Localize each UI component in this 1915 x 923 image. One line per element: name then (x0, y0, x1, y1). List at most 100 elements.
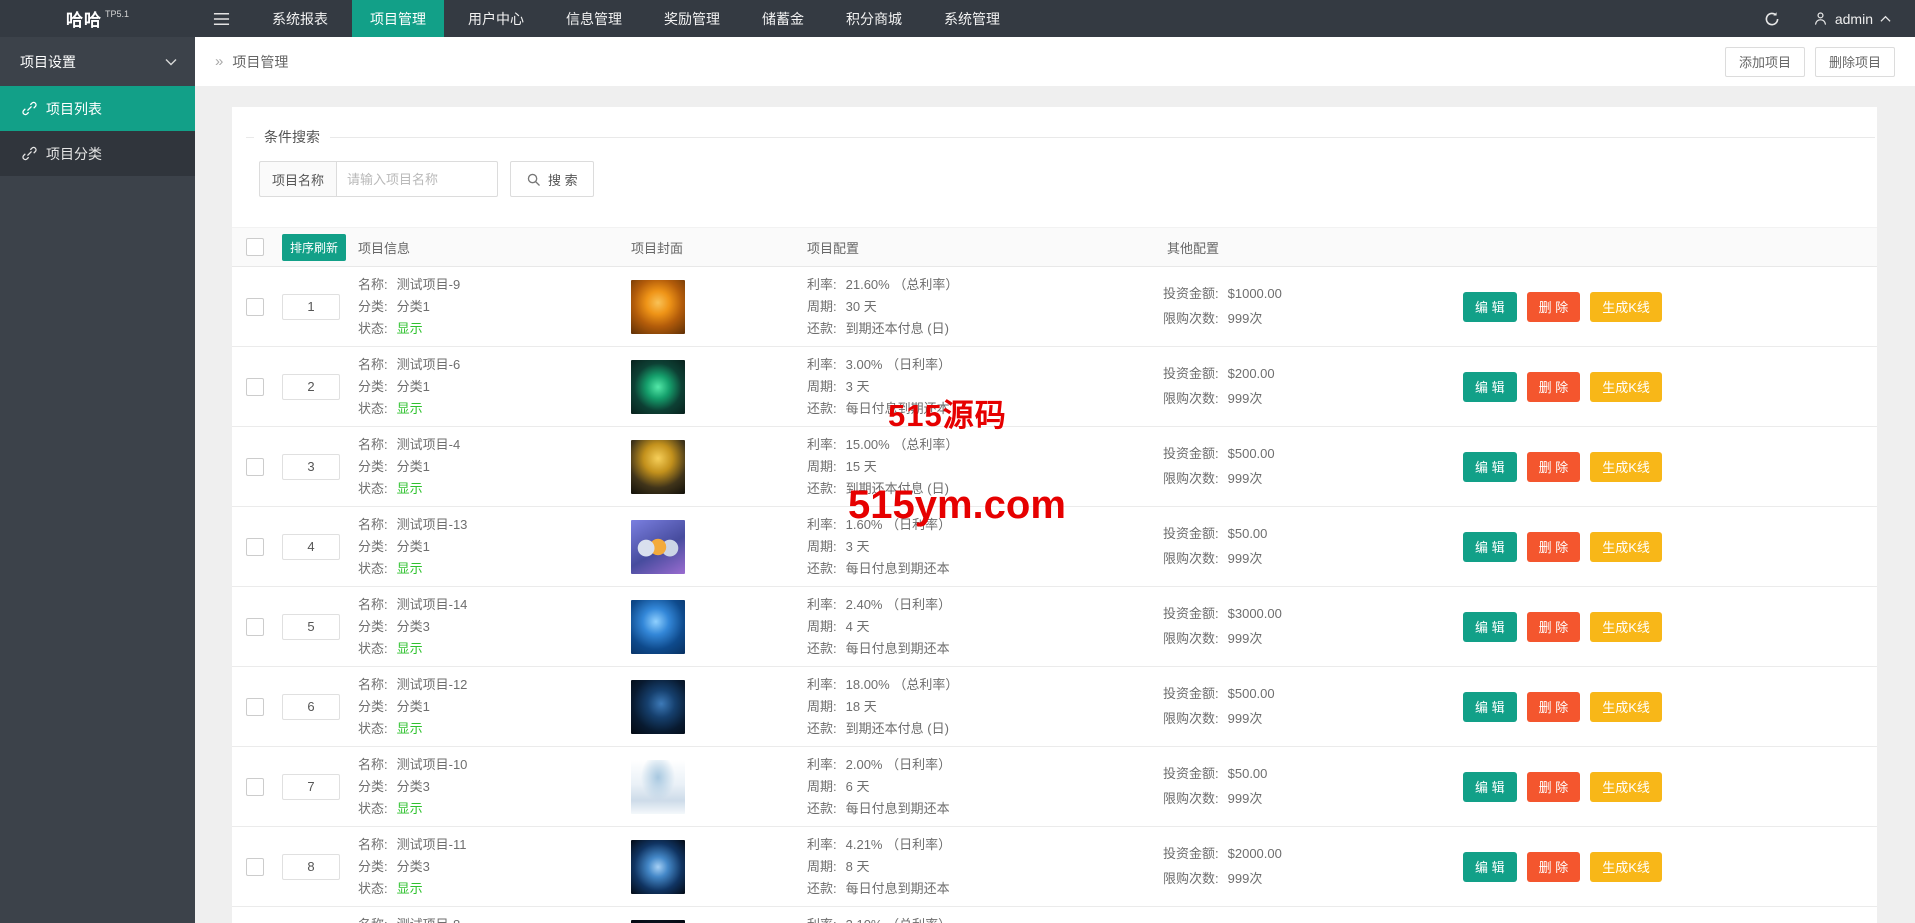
nav-tab[interactable]: 信息管理 (548, 0, 640, 37)
edit-button[interactable]: 编 辑 (1463, 292, 1517, 322)
nav-tab[interactable]: 储蓄金 (744, 0, 822, 37)
edit-button[interactable]: 编 辑 (1463, 452, 1517, 482)
nav-tab[interactable]: 奖励管理 (646, 0, 738, 37)
generate-kline-button[interactable]: 生成K线 (1590, 452, 1662, 482)
row-checkbox[interactable] (246, 298, 264, 316)
row-checkbox[interactable] (246, 378, 264, 396)
delete-button[interactable]: 删 除 (1527, 452, 1581, 482)
edit-button[interactable]: 编 辑 (1463, 532, 1517, 562)
generate-kline-button[interactable]: 生成K线 (1590, 532, 1662, 562)
sort-order-input[interactable] (282, 854, 340, 880)
generate-kline-button[interactable]: 生成K线 (1590, 292, 1662, 322)
search-button[interactable]: 搜 索 (510, 161, 594, 197)
edit-button[interactable]: 编 辑 (1463, 692, 1517, 722)
name-label: 名称: (358, 437, 388, 452)
sidebar-group-project-settings[interactable]: 项目设置 (0, 37, 195, 86)
invest-amount: $1000.00 (1228, 286, 1282, 301)
sort-order-input[interactable] (282, 774, 340, 800)
sort-order-input[interactable] (282, 374, 340, 400)
amount-label: 投资金额: (1163, 606, 1219, 621)
nav-tab[interactable]: 积分商城 (828, 0, 920, 37)
row-checkbox[interactable] (246, 778, 264, 796)
project-category: 分类3 (397, 859, 430, 874)
project-category: 分类3 (397, 619, 430, 634)
refresh-button[interactable] (1747, 0, 1797, 37)
project-status-toggle[interactable]: 显示 (397, 801, 423, 816)
period-label: 周期: (807, 699, 837, 714)
generate-kline-button[interactable]: 生成K线 (1590, 372, 1662, 402)
edit-button[interactable]: 编 辑 (1463, 612, 1517, 642)
delete-button[interactable]: 删 除 (1527, 852, 1581, 882)
sort-order-input[interactable] (282, 694, 340, 720)
project-status-toggle[interactable]: 显示 (397, 321, 423, 336)
project-category: 分类3 (397, 779, 430, 794)
generate-kline-button[interactable]: 生成K线 (1590, 692, 1662, 722)
repay-label: 还款: (807, 641, 837, 656)
table-row: 名称:测试项目-8 分类: 状态: 利率:3.10% （总利率） 周期: 还款:… (232, 907, 1877, 923)
project-cover-image (631, 280, 685, 334)
menu-toggle-button[interactable] (195, 0, 247, 37)
row-checkbox[interactable] (246, 538, 264, 556)
project-name: 测试项目-9 (397, 277, 461, 292)
delete-button[interactable]: 删 除 (1527, 612, 1581, 642)
delete-button[interactable]: 删 除 (1527, 372, 1581, 402)
period-label: 周期: (807, 779, 837, 794)
generate-kline-button[interactable]: 生成K线 (1590, 852, 1662, 882)
add-project-button[interactable]: 添加项目 (1725, 47, 1805, 77)
repay-label: 还款: (807, 321, 837, 336)
delete-button[interactable]: 删 除 (1527, 692, 1581, 722)
generate-kline-button[interactable]: 生成K线 (1590, 612, 1662, 642)
sidebar-item[interactable]: 项目分类 (0, 131, 195, 176)
project-status-toggle[interactable]: 显示 (397, 721, 423, 736)
search-input[interactable] (336, 161, 498, 197)
delete-button[interactable]: 删 除 (1527, 292, 1581, 322)
page-title: 项目管理 (232, 52, 288, 72)
sort-order-input[interactable] (282, 294, 340, 320)
project-status-toggle[interactable]: 显示 (397, 401, 423, 416)
delete-button[interactable]: 删 除 (1527, 532, 1581, 562)
project-status-toggle[interactable]: 显示 (397, 481, 423, 496)
select-all-checkbox[interactable] (246, 238, 264, 256)
row-checkbox[interactable] (246, 458, 264, 476)
delete-project-button[interactable]: 删除项目 (1815, 47, 1895, 77)
search-row: 项目名称 搜 索 (259, 161, 1877, 197)
delete-button[interactable]: 删 除 (1527, 772, 1581, 802)
category-label: 分类: (358, 859, 388, 874)
edit-button[interactable]: 编 辑 (1463, 852, 1517, 882)
refresh-icon (1764, 11, 1780, 27)
nav-tab[interactable]: 系统管理 (926, 0, 1018, 37)
nav-tab[interactable]: 项目管理 (352, 0, 444, 37)
generate-kline-button[interactable]: 生成K线 (1590, 772, 1662, 802)
repay-label: 还款: (807, 721, 837, 736)
navbar-right: admin (1747, 0, 1915, 37)
breadcrumb-arrow-icon: » (215, 53, 223, 70)
status-label: 状态: (358, 801, 388, 816)
period-label: 周期: (807, 379, 837, 394)
invest-amount: $50.00 (1228, 766, 1268, 781)
project-status-toggle[interactable]: 显示 (397, 881, 423, 896)
sort-order-input[interactable] (282, 614, 340, 640)
row-checkbox[interactable] (246, 858, 264, 876)
sort-refresh-button[interactable]: 排序刷新 (282, 234, 346, 261)
table-row: 名称:测试项目-12 分类:分类1 状态:显示 利率:18.00% （总利率） … (232, 667, 1877, 747)
project-status-toggle[interactable]: 显示 (397, 561, 423, 576)
table-row: 名称:测试项目-6 分类:分类1 状态:显示 利率:3.00% （日利率） 周期… (232, 347, 1877, 427)
row-checkbox[interactable] (246, 618, 264, 636)
category-label: 分类: (358, 459, 388, 474)
repay-label: 还款: (807, 801, 837, 816)
sort-order-input[interactable] (282, 454, 340, 480)
edit-button[interactable]: 编 辑 (1463, 372, 1517, 402)
category-label: 分类: (358, 539, 388, 554)
sidebar-items: 项目列表 项目分类 (0, 86, 195, 176)
project-repay-type: 每日付息到期还本 (846, 641, 950, 656)
user-menu[interactable]: admin (1797, 0, 1915, 37)
repay-label: 还款: (807, 401, 837, 416)
name-label: 名称: (358, 357, 388, 372)
sidebar-item[interactable]: 项目列表 (0, 86, 195, 131)
project-status-toggle[interactable]: 显示 (397, 641, 423, 656)
sort-order-input[interactable] (282, 534, 340, 560)
nav-tab[interactable]: 用户中心 (450, 0, 542, 37)
edit-button[interactable]: 编 辑 (1463, 772, 1517, 802)
row-checkbox[interactable] (246, 698, 264, 716)
nav-tab[interactable]: 系统报表 (254, 0, 346, 37)
